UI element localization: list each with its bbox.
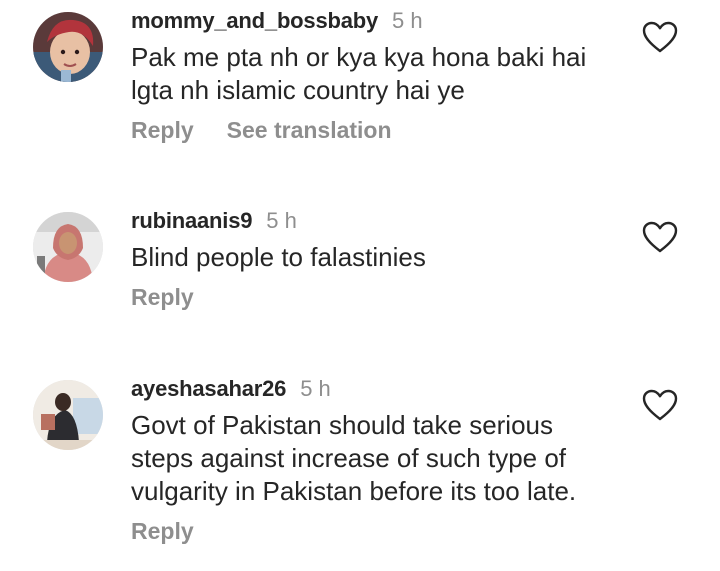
heart-outline-icon[interactable] bbox=[642, 389, 678, 421]
comment-meta: mommy_and_bossbaby 5 h bbox=[131, 8, 630, 34]
comment-list: mommy_and_bossbaby 5 h Pak me pta nh or … bbox=[0, 0, 720, 571]
comment-line: lgta nh islamic country hai ye bbox=[131, 75, 465, 105]
timestamp: 5 h bbox=[266, 208, 297, 233]
comment-line: Govt of Pakistan should take serious bbox=[131, 410, 554, 440]
comment-actions: Reply bbox=[131, 518, 630, 545]
heart-outline-icon[interactable] bbox=[642, 21, 678, 53]
comment-actions: Reply See translation bbox=[131, 117, 630, 144]
username[interactable]: ayeshasahar26 bbox=[131, 376, 286, 402]
comment-line: steps against increase of such type of bbox=[131, 443, 567, 473]
see-translation-button[interactable]: See translation bbox=[227, 117, 392, 144]
comment-meta: rubinaanis9 5 h bbox=[131, 208, 630, 234]
comment-body: mommy_and_bossbaby 5 h Pak me pta nh or … bbox=[131, 8, 630, 144]
comment-text: Blind people to falastinies bbox=[131, 241, 630, 274]
comment-actions: Reply bbox=[131, 284, 630, 311]
reply-button[interactable]: Reply bbox=[131, 117, 194, 144]
reply-button[interactable]: Reply bbox=[131, 284, 194, 311]
reply-button[interactable]: Reply bbox=[131, 518, 194, 545]
avatar[interactable] bbox=[33, 212, 103, 282]
comment-body: rubinaanis9 5 h Blind people to falastin… bbox=[131, 208, 630, 311]
comment-body: ayeshasahar26 5 h Govt of Pakistan shoul… bbox=[131, 376, 630, 545]
timestamp: 5 h bbox=[300, 376, 331, 401]
comment-line: Blind people to falastinies bbox=[131, 242, 426, 272]
timestamp: 5 h bbox=[392, 8, 423, 33]
comment-meta: ayeshasahar26 5 h bbox=[131, 376, 630, 402]
avatar[interactable] bbox=[33, 12, 103, 82]
username[interactable]: mommy_and_bossbaby bbox=[131, 8, 378, 34]
comment-text: Govt of Pakistan should take serious ste… bbox=[131, 409, 630, 508]
heart-outline-icon[interactable] bbox=[642, 221, 678, 253]
comment-line: vulgarity in Pakistan before its too lat… bbox=[131, 476, 577, 506]
comment-line: Pak me pta nh or kya kya hona baki hai bbox=[131, 42, 587, 72]
avatar[interactable] bbox=[33, 380, 103, 450]
comment-text: Pak me pta nh or kya kya hona baki hai l… bbox=[131, 41, 630, 107]
username[interactable]: rubinaanis9 bbox=[131, 208, 252, 234]
